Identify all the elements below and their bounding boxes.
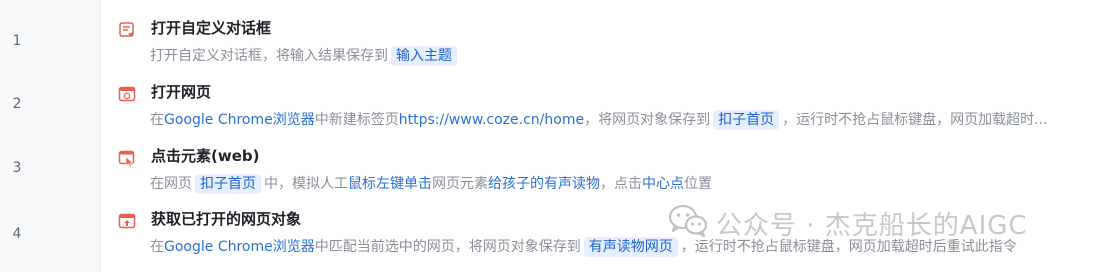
step-title: 打开网页 [151,83,212,101]
step-description: 在Google Chrome浏览器中匹配当前选中的网页，将网页对象保存到 有声读物… [150,235,1089,259]
step-description: 打开自定义对话框，将输入结果保存到 输入主题 [150,44,1089,68]
browser-name: Google Chrome浏览器 [164,112,315,128]
step-title: 点击元素(web) [151,147,260,165]
desc-text: 中新建标签页 [314,112,399,128]
browser-icon [118,85,136,103]
desc-text: ，点击 [600,176,642,192]
click-position: 中心点 [642,176,684,192]
url-value: https://www.coze.cn/home [398,112,585,128]
flow-step-get-webpage[interactable]: 获取已打开的网页对象 在Google Chrome浏览器中匹配当前选中的网页，将… [118,208,1107,268]
variable-chip[interactable]: 输入主题 [391,46,457,66]
desc-text: ，将网页对象保存到 [584,112,711,128]
desc-text: 网页元素 [432,176,488,192]
desc-text: 在 [150,112,164,128]
click-type: 鼠标左键单击 [348,176,432,192]
step-description: 在Google Chrome浏览器中新建标签页https://www.coze.… [150,108,1089,132]
desc-text: 在 [150,239,164,255]
get-webpage-icon [118,212,136,230]
flow-step-open-webpage[interactable]: 打开网页 在Google Chrome浏览器中新建标签页https://www.… [118,81,1107,141]
desc-text: 打开自定义对话框，将输入结果保存到 [150,48,388,64]
flow-step-open-dialog[interactable]: 打开自定义对话框 打开自定义对话框，将输入结果保存到 输入主题 [118,17,1107,77]
desc-text: 位置 [684,176,712,192]
variable-chip[interactable]: 有声读物网页 [583,237,678,257]
step-title: 获取已打开的网页对象 [151,210,302,228]
desc-text: 在网页 [150,176,192,192]
desc-text: ，运行时不抢占鼠标键盘，网页加载超时... [782,112,1048,128]
desc-text: 中，模拟人工 [264,176,348,192]
desc-text: 中匹配当前选中的网页，将网页对象保存到 [314,239,581,255]
click-element-icon [118,149,136,168]
target-element: 给孩子的有声读物 [488,176,600,192]
variable-chip[interactable]: 扣子首页 [195,174,261,194]
step-description: 在网页 扣子首页 中，模拟人工鼠标左键单击网页元素给孩子的有声读物，点击中心点位置 [150,172,1089,196]
line-number: 1 [12,33,22,49]
flow-step-click-element[interactable]: 点击元素(web) 在网页 扣子首页 中，模拟人工鼠标左键单击网页元素给孩子的有声读… [118,145,1107,205]
step-title: 打开自定义对话框 [151,19,272,37]
dialog-icon [118,21,136,39]
line-number: 4 [12,226,22,242]
line-number: 2 [12,96,22,112]
browser-name: Google Chrome浏览器 [164,239,315,255]
line-number: 3 [12,160,22,176]
variable-chip[interactable]: 扣子首页 [713,110,780,130]
desc-text: ，运行时不抢占鼠标键盘，网页加载超时后重试此指令 [680,239,1017,255]
